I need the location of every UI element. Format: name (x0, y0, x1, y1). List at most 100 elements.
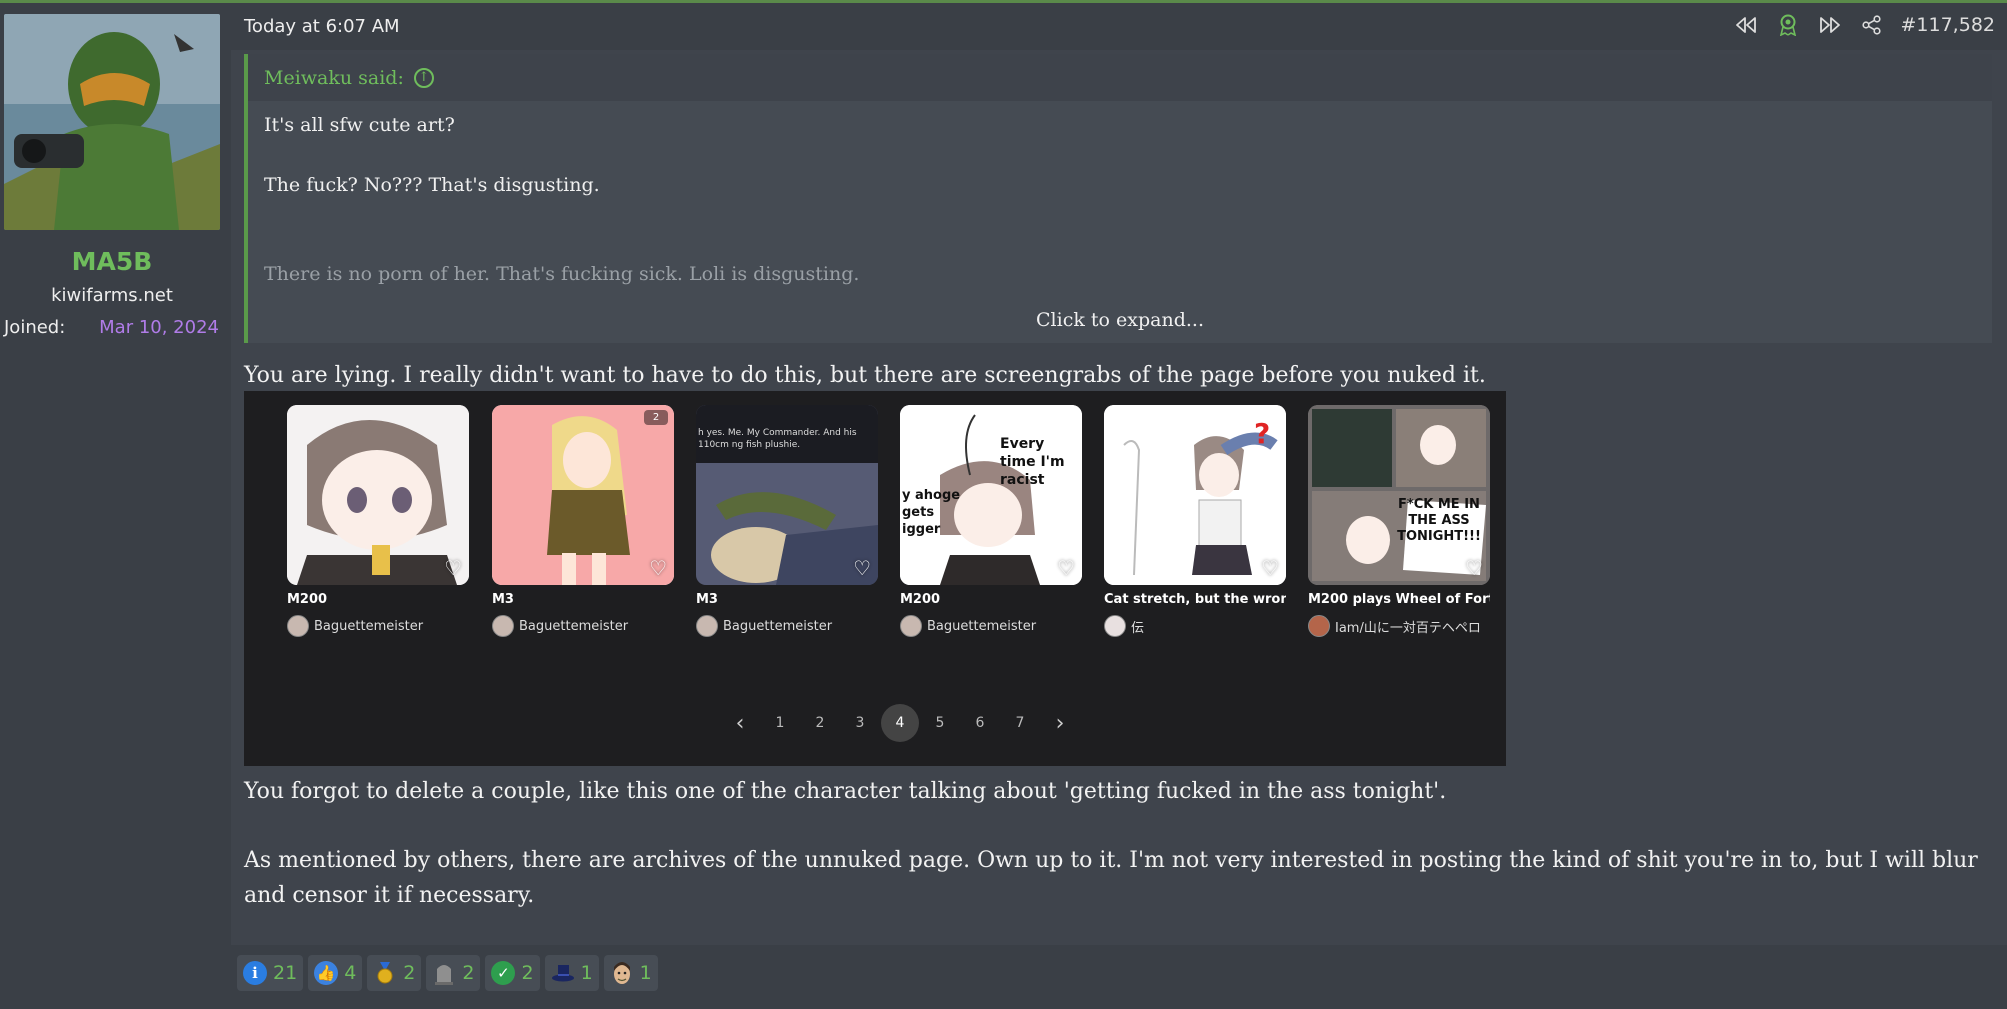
reaction-medal[interactable]: 2 (367, 955, 422, 991)
card-thumbnail: ♡ (287, 405, 469, 585)
quote-line: The fuck? No??? That's disgusting. (264, 174, 600, 196)
quote-line: It's all sfw cute art? (264, 114, 455, 136)
username[interactable]: MA5B (0, 247, 224, 276)
card-author: Baguettemeister (287, 615, 469, 637)
gallery-card: 2 ♡ M3 Baguettemeister (492, 405, 674, 637)
joined-date: Mar 10, 2024 (99, 317, 219, 338)
card-title: M200 (900, 592, 941, 607)
post-paragraph: and censor it if necessary. (244, 883, 535, 908)
card-author-name: Baguettemeister (927, 618, 1037, 634)
page-link-current[interactable]: 4 (881, 704, 919, 742)
gallery-card: F*CK ME IN THE ASS TONIGHT!!! ♡ M200 pla… (1308, 405, 1490, 637)
quote-header[interactable]: Meiwaku said: ↑ (248, 54, 1992, 101)
fast-forward-icon[interactable] (1817, 12, 1843, 38)
user-title: kiwifarms.net (51, 285, 173, 306)
author-avatar (287, 615, 309, 637)
informative-icon: i (243, 961, 267, 985)
quote-block: Meiwaku said: ↑ It's all sfw cute art? T… (244, 54, 1992, 343)
post-date[interactable]: Today at 6:07 AM (244, 16, 400, 37)
embedded-screenshot[interactable]: ♡ M200 Baguettemeister 2 ♡ M3 Baguetteme… (244, 391, 1506, 766)
chevron-left-icon[interactable]: ‹ (720, 705, 760, 741)
like-icon: 👍 (314, 961, 339, 985)
author-avatar (900, 615, 922, 637)
reaction-face[interactable]: 1 (603, 955, 658, 991)
heart-icon[interactable]: ♡ (1057, 556, 1075, 580)
page-link[interactable]: 5 (920, 705, 960, 741)
reaction-count: 1 (580, 962, 593, 984)
reaction-count: 4 (344, 962, 357, 984)
page-link[interactable]: 7 (1000, 705, 1040, 741)
reaction-list: i 21 👍 4 2 2 ✓ 2 1 1 (237, 955, 658, 991)
author-avatar (492, 615, 514, 637)
post-paragraph: You are lying. I really didn't want to h… (244, 363, 1486, 388)
card-caption: h yes. Me. My Commander. And his 110cm n… (698, 428, 857, 450)
gallery-card: ♡ M200 Baguettemeister (287, 405, 469, 637)
medal-icon (373, 961, 397, 985)
share-icon[interactable] (1859, 12, 1885, 38)
card-thumbnail: ? ♡ (1104, 405, 1286, 585)
card-author: Baguettemeister (492, 615, 674, 637)
card-title: M3 (492, 592, 514, 607)
card-author-name: Baguettemeister (314, 618, 424, 634)
joined-label: Joined: (4, 317, 66, 338)
reaction-tombstone[interactable]: 2 (426, 955, 481, 991)
page-link[interactable]: 2 (800, 705, 840, 741)
card-thumbnail: h yes. Me. My Commander. And his 110cm n… (696, 405, 878, 585)
card-thumbnail: F*CK ME IN THE ASS TONIGHT!!! ♡ (1308, 405, 1490, 585)
post-number[interactable]: #117,582 (1901, 14, 1996, 36)
author-avatar (1104, 615, 1126, 637)
card-author-name: Baguettemeister (723, 618, 833, 634)
heart-icon[interactable]: ♡ (1261, 556, 1279, 580)
award-icon[interactable] (1775, 12, 1801, 38)
chevron-right-icon[interactable]: › (1040, 705, 1080, 741)
card-author: Baguettemeister (696, 615, 878, 637)
reaction-count: 2 (403, 962, 416, 984)
heart-icon[interactable]: ♡ (444, 556, 462, 580)
arrow-up-icon[interactable]: ↑ (413, 67, 434, 88)
top-hat-icon (551, 961, 575, 985)
post-paragraph: As mentioned by others, there are archiv… (244, 848, 1978, 873)
card-author-name: Baguettemeister (519, 618, 629, 634)
card-author: Iam/山に一対百テヘペロ (1308, 615, 1490, 637)
card-author: 伝 (1104, 615, 1286, 637)
card-count-badge: 2 (644, 410, 668, 425)
reaction-top-hat[interactable]: 1 (544, 955, 599, 991)
card-caption-left: y ahoge gets igger (902, 488, 961, 537)
card-author-name: Iam/山に一対百テヘペロ (1335, 620, 1481, 636)
heart-icon[interactable]: ♡ (649, 556, 667, 580)
reaction-bar: i 21 👍 4 2 2 ✓ 2 1 1 (231, 945, 2007, 1009)
avatar[interactable] (4, 14, 220, 230)
reaction-count: 2 (521, 962, 534, 984)
reaction-like[interactable]: 👍 4 (308, 955, 363, 991)
gallery-card: h yes. Me. My Commander. And his 110cm n… (696, 405, 878, 637)
page-link[interactable]: 3 (840, 705, 880, 741)
reaction-count: 2 (462, 962, 475, 984)
card-author-name: 伝 (1131, 620, 1145, 636)
card-caption: Every time I'm racist (1000, 436, 1065, 488)
face-icon (610, 961, 634, 985)
reaction-agree[interactable]: ✓ 2 (485, 955, 540, 991)
author-avatar (1308, 615, 1330, 637)
user-column: MA5B kiwifarms.net Joined: Mar 10, 2024 (0, 3, 231, 1009)
check-icon: ✓ (491, 961, 516, 985)
pagination: ‹ 1 2 3 4 5 6 7 › (720, 704, 1080, 742)
post-header-actions: #117,582 (1733, 12, 1996, 38)
page-link[interactable]: 6 (960, 705, 1000, 741)
card-thumbnail: 2 ♡ (492, 405, 674, 585)
reaction-count: 1 (639, 962, 652, 984)
card-title: M3 (696, 592, 718, 607)
svg-text:?: ? (1254, 417, 1270, 450)
page-link[interactable]: 1 (760, 705, 800, 741)
card-author: Baguettemeister (900, 615, 1082, 637)
post-paragraph: You forgot to delete a couple, like this… (244, 779, 1447, 804)
quote-author[interactable]: Meiwaku said: (264, 67, 404, 89)
reaction-count: 21 (273, 962, 298, 984)
gallery-card: Every time I'm racist y ahoge gets igger… (900, 405, 1082, 637)
heart-icon[interactable]: ♡ (1465, 556, 1483, 580)
card-title: M200 (287, 592, 328, 607)
heart-icon[interactable]: ♡ (853, 556, 871, 580)
quote-line: There is no porn of her. That's fucking … (264, 263, 860, 285)
reaction-informative[interactable]: i 21 (237, 955, 304, 991)
rewind-icon[interactable] (1733, 12, 1759, 38)
expand-link[interactable]: Click to expand... (248, 309, 1992, 331)
